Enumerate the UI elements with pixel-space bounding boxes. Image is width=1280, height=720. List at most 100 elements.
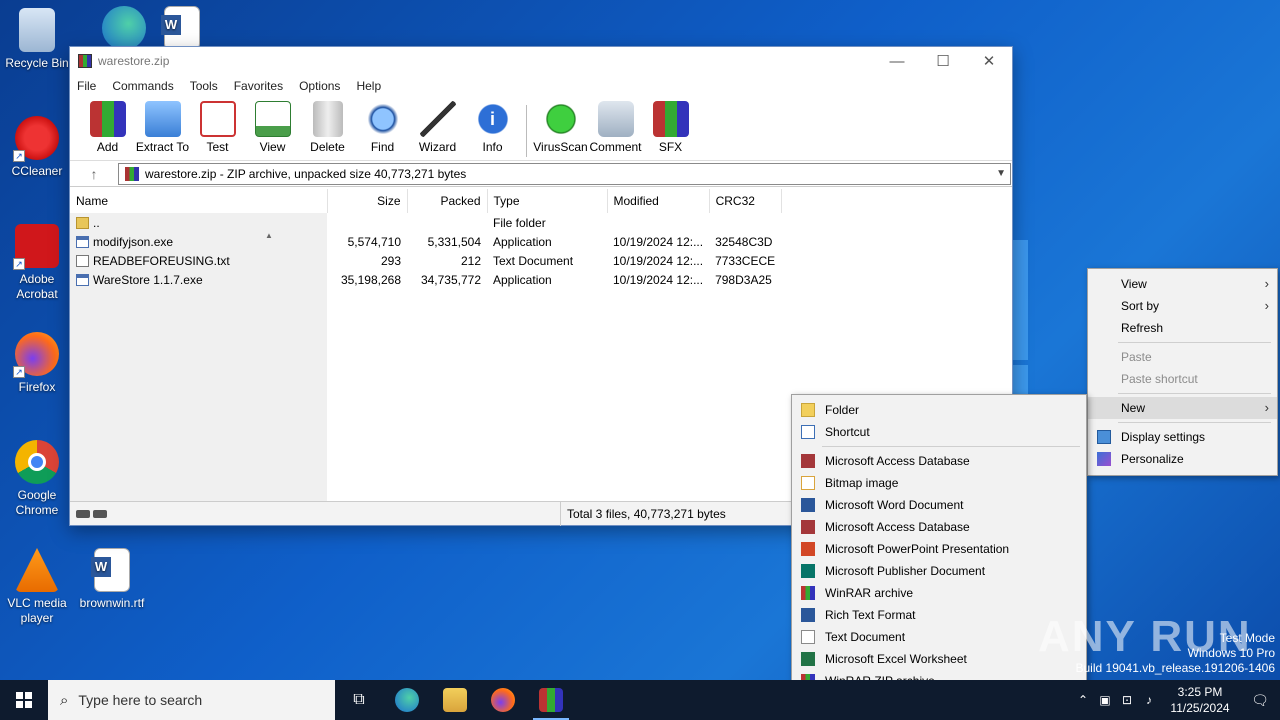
col-header-crc32[interactable]: CRC32 — [709, 189, 782, 213]
tool-label: Delete — [310, 140, 345, 154]
add-button[interactable]: Add — [80, 101, 135, 154]
status-total: Total 3 files, 40,773,271 bytes — [560, 501, 726, 526]
desktop-icon-adobe-acrobat[interactable]: ↗ Adobe Acrobat — [1, 224, 73, 302]
new-folder-item[interactable]: Folder — [792, 399, 1086, 421]
table-row[interactable]: READBEFOREUSING.txt 293 212 Text Documen… — [70, 251, 781, 270]
new-publisher-item[interactable]: Microsoft Publisher Document — [792, 560, 1086, 582]
taskbar-winrar[interactable] — [527, 680, 575, 720]
minimize-button[interactable]: — — [874, 47, 920, 75]
col-header-modified[interactable]: Modified — [607, 189, 710, 213]
file-size — [327, 213, 407, 232]
menu-item-paste-shortcut[interactable]: Paste shortcut — [1088, 368, 1277, 390]
drive-icon[interactable] — [76, 509, 90, 518]
volume-icon[interactable]: ♪ — [1138, 693, 1160, 707]
exe-icon — [76, 235, 89, 248]
menu-item-label: Sort by — [1121, 299, 1160, 313]
file-type: Application — [493, 272, 552, 287]
delete-button[interactable]: Delete — [300, 101, 355, 154]
col-header-packed[interactable]: Packed — [407, 189, 488, 213]
new-powerpoint-item[interactable]: Microsoft PowerPoint Presentation — [792, 538, 1086, 560]
tool-label: Find — [370, 140, 395, 154]
add-archive-icon — [89, 101, 126, 137]
close-button[interactable]: ✕ — [966, 47, 1012, 75]
app-tray-icon[interactable]: ▣ — [1094, 693, 1116, 707]
file-table: Name Size Packed Type Modified CRC32 .. … — [70, 189, 782, 289]
network-icon[interactable]: ⊡ — [1116, 693, 1138, 707]
menu-options[interactable]: Options — [299, 79, 340, 93]
taskbar-firefox[interactable] — [479, 680, 527, 720]
new-shortcut-item[interactable]: Shortcut — [792, 421, 1086, 443]
menu-favorites[interactable]: Favorites — [234, 79, 283, 93]
menu-separator — [1118, 422, 1271, 423]
winrar-icon — [801, 586, 815, 600]
task-view-button[interactable]: ⧉ — [335, 680, 383, 720]
new-bitmap-item[interactable]: Bitmap image — [792, 472, 1086, 494]
file-packed: 5,331,504 — [427, 234, 481, 249]
chevron-down-icon[interactable]: ▼ — [996, 168, 1006, 179]
table-row[interactable]: WareStore 1.1.7.exe 35,198,268 34,735,77… — [70, 270, 781, 289]
menu-item-new[interactable]: New › — [1088, 397, 1277, 419]
new-access-database-item[interactable]: Microsoft Access Database — [792, 516, 1086, 538]
menu-commands[interactable]: Commands — [112, 79, 173, 93]
up-arrow-icon[interactable]: ↑ — [70, 166, 118, 182]
test-button[interactable]: Test — [190, 101, 245, 154]
extract-to-button[interactable]: Extract To — [135, 101, 190, 154]
menu-tools[interactable]: Tools — [190, 79, 218, 93]
shortcut-arrow-icon: ↗ — [13, 150, 25, 162]
menu-item-personalize[interactable]: Personalize — [1088, 448, 1277, 470]
taskbar-file-explorer[interactable] — [431, 680, 479, 720]
virusscan-button[interactable]: VirusScan — [533, 101, 588, 154]
drive-icons — [70, 509, 112, 518]
menu-item-refresh[interactable]: Refresh — [1088, 317, 1277, 339]
desktop-icon-brownwin-rtf[interactable]: W brownwin.rtf — [76, 548, 148, 611]
menu-item-label: Text Document — [825, 630, 906, 644]
key-icon[interactable] — [93, 509, 107, 518]
menu-item-view[interactable]: View › — [1088, 273, 1277, 295]
menu-item-display-settings[interactable]: Display settings — [1088, 426, 1277, 448]
menu-help[interactable]: Help — [356, 79, 381, 93]
desktop-icon-ccleaner[interactable]: ↗ CCleaner — [1, 116, 73, 179]
address-bar: ↑ warestore.zip - ZIP archive, unpacked … — [70, 161, 1012, 187]
desktop-icon-recycle-bin[interactable]: Recycle Bin — [1, 8, 73, 71]
maximize-button[interactable]: ☐ — [920, 47, 966, 75]
tool-label: Add — [96, 140, 119, 154]
info-icon: i — [474, 101, 511, 137]
menu-item-sort-by[interactable]: Sort by › — [1088, 295, 1277, 317]
archive-path-field[interactable]: warestore.zip - ZIP archive, unpacked si… — [118, 162, 1011, 185]
wizard-button[interactable]: Wizard — [410, 101, 465, 154]
file-crc: 32548C3D — [715, 234, 773, 249]
notification-icon[interactable]: 🗨 — [1240, 692, 1280, 709]
desktop-icon-vlc[interactable]: VLC media player — [1, 548, 73, 626]
table-row[interactable]: modifyjson.exe 5,574,710 5,331,504 Appli… — [70, 232, 781, 251]
windows-edition-line: Windows 10 Pro — [1187, 646, 1275, 660]
menu-file[interactable]: File — [77, 79, 96, 93]
title-bar[interactable]: warestore.zip — ☐ ✕ — [70, 47, 1012, 75]
col-header-size[interactable]: Size — [327, 189, 408, 213]
col-header-type[interactable]: Type — [487, 189, 608, 213]
table-row[interactable]: .. File folder — [70, 213, 781, 232]
taskbar-search[interactable]: ⌕ Type here to search — [48, 680, 335, 720]
chevron-right-icon: › — [1264, 400, 1269, 415]
comment-button[interactable]: Comment — [588, 101, 643, 154]
info-button[interactable]: i Info — [465, 101, 520, 154]
system-tray: ⌃ ▣ ⊡ ♪ 3:25 PM 11/25/2024 🗨 — [1072, 680, 1280, 720]
start-button[interactable] — [0, 680, 48, 720]
col-header-name[interactable]: Name — [70, 189, 328, 213]
menu-item-label: Microsoft Access Database — [825, 520, 970, 534]
new-winrar-archive-item[interactable]: WinRAR archive — [792, 582, 1086, 604]
chevron-up-icon[interactable]: ⌃ — [1072, 693, 1094, 707]
sfx-button[interactable]: SFX — [643, 101, 698, 154]
taskbar-edge[interactable] — [383, 680, 431, 720]
new-word-document-item[interactable]: Microsoft Word Document — [792, 494, 1086, 516]
find-button[interactable]: Find — [355, 101, 410, 154]
new-access-database-item[interactable]: Microsoft Access Database — [792, 450, 1086, 472]
menu-item-label: Personalize — [1121, 452, 1184, 466]
desktop-icon-google-chrome[interactable]: Google Chrome — [1, 440, 73, 518]
shortcut-arrow-icon: ↗ — [13, 258, 25, 270]
menu-item-paste[interactable]: Paste — [1088, 346, 1277, 368]
desktop-icon-firefox[interactable]: ↗ Firefox — [1, 332, 73, 395]
view-button[interactable]: View — [245, 101, 300, 154]
clock[interactable]: 3:25 PM 11/25/2024 — [1160, 684, 1240, 716]
chrome-icon — [15, 440, 59, 484]
comment-icon — [597, 101, 634, 137]
